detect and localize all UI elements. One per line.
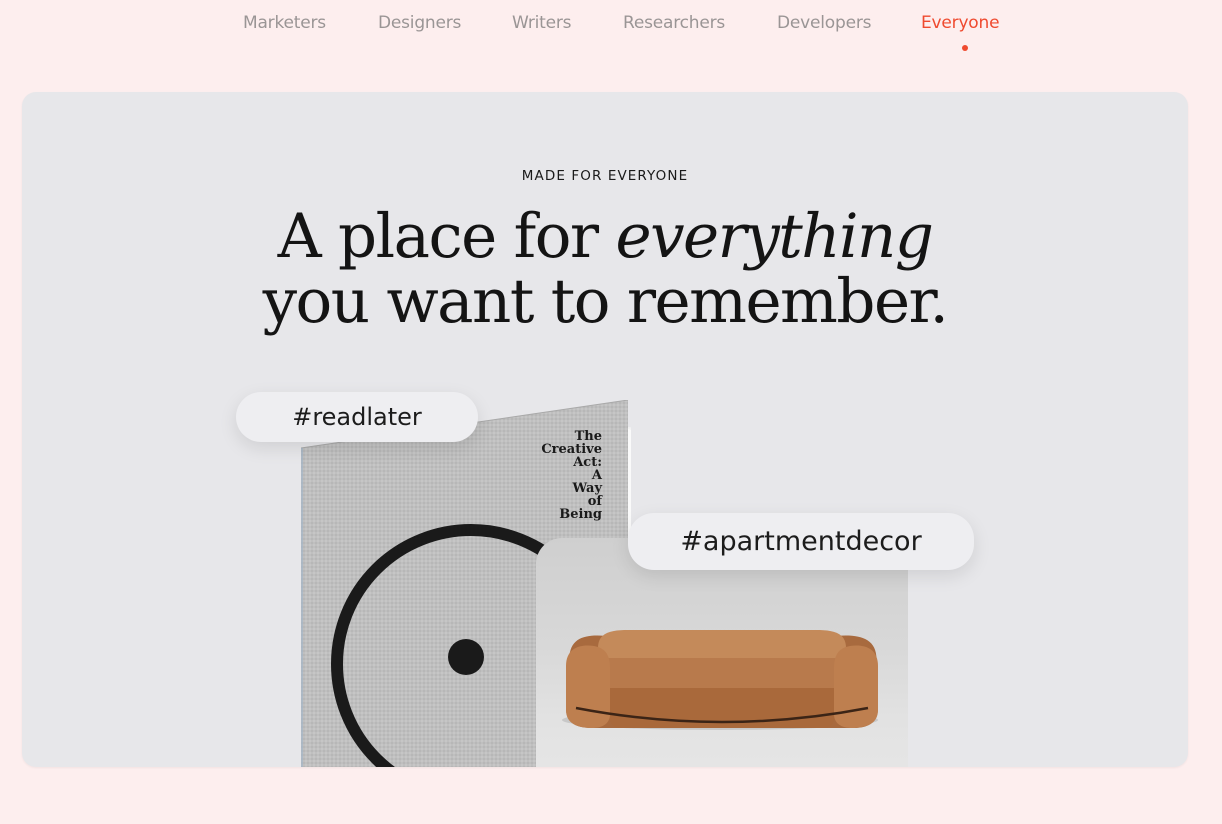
tag-apartmentdecor[interactable]: #apartmentdecor — [628, 513, 974, 570]
book-title-line: Being — [559, 507, 602, 522]
tab-marketers[interactable]: Marketers — [243, 13, 326, 33]
audience-tabs: Marketers Designers Writers Researchers … — [0, 0, 1222, 60]
tab-researchers[interactable]: Researchers — [623, 13, 725, 33]
sofa-image — [536, 538, 908, 767]
tab-designers[interactable]: Designers — [378, 13, 461, 33]
headline-part1: A place for — [277, 201, 616, 272]
headline-emphasis: everything — [615, 201, 933, 272]
hero-headline: A place for everything you want to remem… — [22, 204, 1188, 334]
hero-card: MADE FOR EVERYONE A place for everything… — [22, 92, 1188, 767]
active-tab-indicator — [962, 45, 968, 51]
hero-eyebrow: MADE FOR EVERYONE — [521, 168, 689, 184]
tab-everyone[interactable]: Everyone — [921, 13, 1000, 33]
sofa-icon — [562, 630, 878, 730]
tag-readlater[interactable]: #readlater — [236, 392, 478, 442]
tab-developers[interactable]: Developers — [777, 13, 871, 33]
headline-part2: you want to remember. — [262, 266, 949, 337]
tab-writers[interactable]: Writers — [512, 13, 572, 33]
